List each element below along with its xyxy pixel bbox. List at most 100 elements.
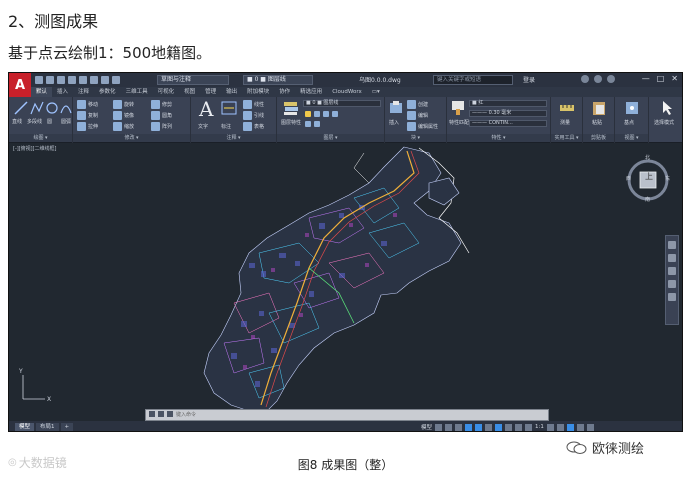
- panel-clipboard-label[interactable]: 剪贴板: [583, 134, 614, 142]
- close-button[interactable]: ✕: [671, 74, 678, 83]
- paste-icon[interactable]: [591, 100, 607, 116]
- redo-icon[interactable]: [101, 76, 109, 84]
- viewcube-face-label[interactable]: 上: [645, 171, 653, 182]
- measure-icon[interactable]: [559, 100, 575, 116]
- maximize-button[interactable]: □: [657, 74, 665, 83]
- tab-featured-apps[interactable]: 精选应用: [295, 87, 327, 97]
- tab-default[interactable]: 默认: [31, 87, 53, 97]
- ortho-icon[interactable]: [455, 423, 463, 431]
- lineweight-icon[interactable]: [495, 423, 503, 431]
- array-icon[interactable]: [151, 122, 160, 131]
- search-input[interactable]: 键入关键字或短语: [433, 75, 513, 85]
- recent-cmd-icon[interactable]: [167, 411, 173, 417]
- leader-icon[interactable]: [243, 111, 252, 120]
- tab-collaborate[interactable]: 协作: [274, 87, 295, 97]
- title-layer-select[interactable]: ■ 0 ■ 图层线: [243, 75, 313, 85]
- plot-icon[interactable]: [79, 76, 87, 84]
- tab-view[interactable]: 视图: [179, 87, 200, 97]
- match-properties-icon[interactable]: [451, 100, 465, 116]
- workspace-switch-icon[interactable]: [546, 423, 554, 431]
- workspace-select[interactable]: 草图与注释: [157, 75, 229, 85]
- panel-properties-label[interactable]: 特性 ▾: [447, 134, 550, 142]
- create-block-icon[interactable]: [407, 100, 416, 109]
- edit-block-icon[interactable]: [407, 111, 416, 120]
- annotation-monitor-icon[interactable]: [556, 423, 564, 431]
- pan-icon[interactable]: [668, 241, 676, 249]
- layer-isolate-icon[interactable]: [332, 111, 338, 117]
- help-icon[interactable]: [607, 75, 615, 83]
- tab-more[interactable]: ▭▾: [367, 87, 385, 97]
- tab-manage[interactable]: 管理: [200, 87, 221, 97]
- share-icon[interactable]: [112, 76, 120, 84]
- panel-layers-label[interactable]: 图层 ▾: [277, 134, 384, 142]
- linetype-dropdown[interactable]: ——— CONTIN...: [469, 120, 547, 127]
- tab-output[interactable]: 输出: [221, 87, 242, 97]
- viewcube-north-label[interactable]: 北: [645, 154, 650, 161]
- save-icon[interactable]: [57, 76, 65, 84]
- layer-on-icon[interactable]: [305, 111, 311, 117]
- transparency-icon[interactable]: [505, 423, 513, 431]
- rotate-icon[interactable]: [113, 100, 122, 109]
- tab-model[interactable]: 模型: [15, 423, 35, 431]
- snap-icon[interactable]: [445, 423, 453, 431]
- drawing-canvas[interactable]: [-][俯视][二维线框] Y X 上 北 南 西 东: [9, 143, 682, 413]
- tab-insert[interactable]: 插入: [52, 87, 73, 97]
- polar-icon[interactable]: [465, 423, 473, 431]
- customize-cmd-icon[interactable]: [158, 411, 164, 417]
- panel-view-label[interactable]: 视图 ▾: [615, 134, 648, 142]
- tab-visualize[interactable]: 可视化: [153, 87, 180, 97]
- line-icon[interactable]: [14, 101, 28, 115]
- orbit-icon[interactable]: [668, 267, 676, 275]
- linear-dim-icon[interactable]: [243, 100, 252, 109]
- color-dropdown[interactable]: ■ 红: [469, 100, 547, 107]
- edit-attributes-icon[interactable]: [407, 122, 416, 131]
- trim-icon[interactable]: [151, 100, 160, 109]
- isolate-objects-icon[interactable]: [566, 423, 574, 431]
- layer-properties-icon[interactable]: [283, 100, 299, 116]
- table-icon[interactable]: [243, 122, 252, 131]
- zoom-icon[interactable]: [668, 254, 676, 262]
- panel-draw-label[interactable]: 绘图 ▾: [9, 134, 72, 142]
- annotation-visibility-icon[interactable]: [525, 423, 533, 431]
- viewcube-south-label[interactable]: 南: [645, 196, 650, 203]
- layer-previous-icon[interactable]: [314, 121, 320, 127]
- viewcube-west-label[interactable]: 西: [626, 175, 631, 182]
- panel-modify-label[interactable]: 修改 ▾: [73, 134, 190, 142]
- layer-freeze-icon[interactable]: [314, 111, 320, 117]
- selection-cycling-icon[interactable]: [515, 423, 523, 431]
- customization-icon[interactable]: [586, 423, 594, 431]
- fillet-icon[interactable]: [151, 111, 160, 120]
- open-file-icon[interactable]: [46, 76, 54, 84]
- panel-utilities-label[interactable]: 实用工具 ▾: [551, 134, 582, 142]
- command-line-input[interactable]: 键入命令: [145, 409, 549, 421]
- layer-lock-icon[interactable]: [323, 111, 329, 117]
- base-point-icon[interactable]: [624, 100, 640, 116]
- tab-annotate[interactable]: 注释: [73, 87, 94, 97]
- annotation-scale[interactable]: 1:1: [535, 424, 544, 430]
- move-icon[interactable]: [77, 100, 86, 109]
- undo-icon[interactable]: [90, 76, 98, 84]
- cart-icon[interactable]: [581, 75, 589, 83]
- tab-parametric[interactable]: 参数化: [94, 87, 121, 97]
- layer-dropdown[interactable]: ■ 0 ■ 图层线: [303, 100, 381, 107]
- copy-icon[interactable]: [77, 111, 86, 120]
- scale-icon[interactable]: [113, 122, 122, 131]
- tab-layout1[interactable]: 布局1: [36, 423, 59, 431]
- otrack-icon[interactable]: [485, 423, 493, 431]
- viewcube-east-label[interactable]: 东: [665, 175, 670, 182]
- tab-addins[interactable]: 附加模块: [242, 87, 274, 97]
- panel-block-label[interactable]: 块 ▾: [385, 134, 446, 142]
- mirror-icon[interactable]: [113, 111, 122, 120]
- dimension-icon[interactable]: [221, 101, 237, 115]
- save-as-icon[interactable]: [68, 76, 76, 84]
- steering-wheel-icon[interactable]: [668, 293, 676, 301]
- tab-3d-tools[interactable]: 三维工具: [121, 87, 153, 97]
- circle-icon[interactable]: [46, 101, 58, 115]
- polyline-icon[interactable]: [30, 101, 44, 115]
- close-cmd-icon[interactable]: [149, 411, 155, 417]
- tab-cloudworx[interactable]: CloudWorx: [327, 87, 367, 97]
- clean-screen-icon[interactable]: [576, 423, 584, 431]
- minimize-button[interactable]: —: [642, 74, 650, 83]
- osnap-icon[interactable]: [475, 423, 483, 431]
- arc-icon[interactable]: [60, 101, 72, 115]
